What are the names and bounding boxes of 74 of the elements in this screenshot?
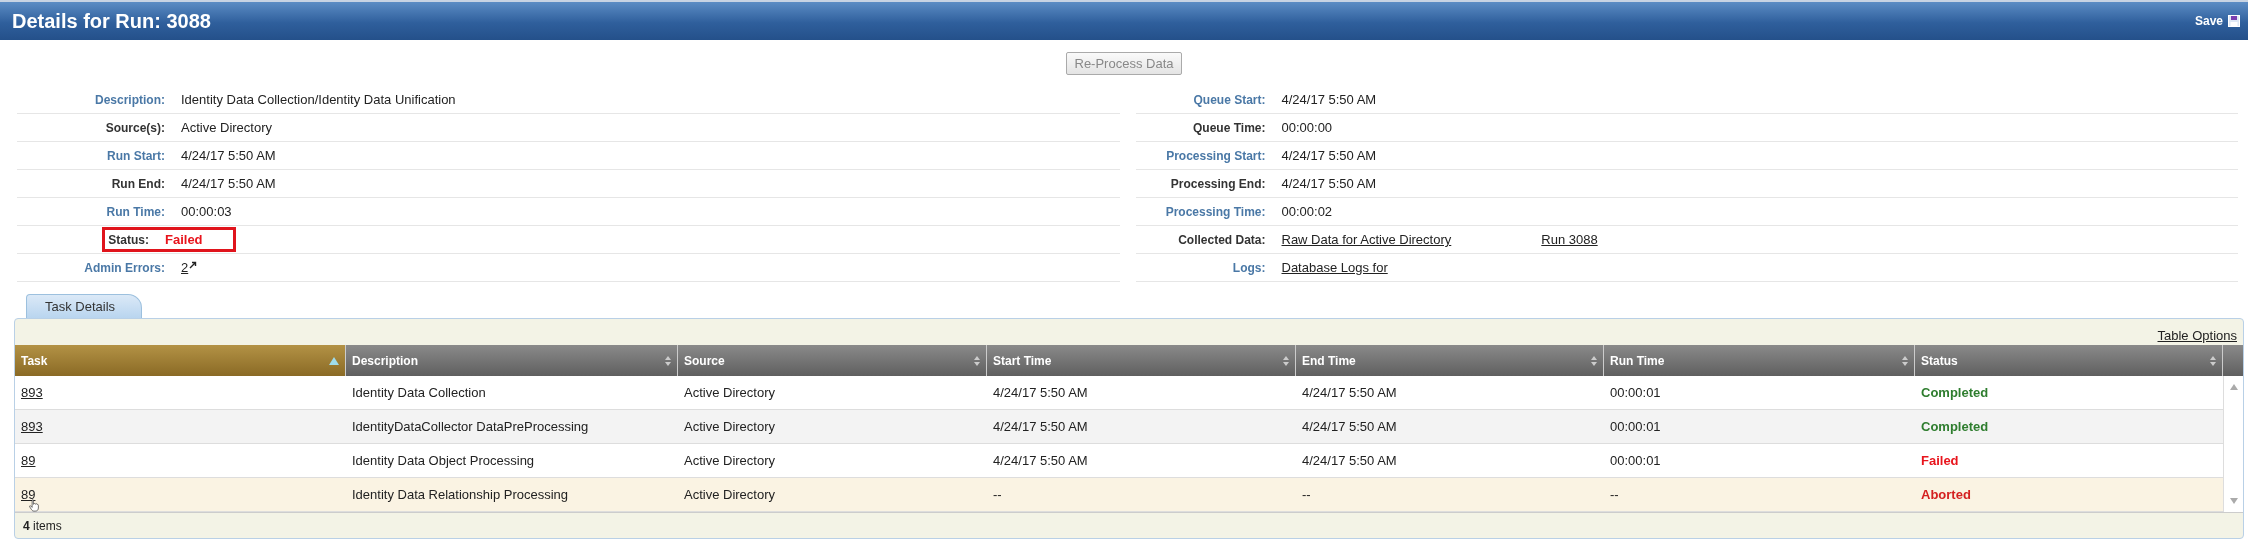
task-link[interactable]: 89 — [21, 487, 36, 502]
table-cell: 4/24/17 5:50 AM — [1302, 385, 1397, 400]
task-link[interactable]: 89 — [21, 453, 36, 468]
sort-icon — [2210, 354, 2216, 367]
error-count-link[interactable]: 2 — [181, 260, 189, 275]
field-label: Logs: — [1231, 260, 1267, 275]
table-options-link[interactable]: Table Options — [2157, 328, 2237, 343]
field-label: Run Time: — [105, 204, 166, 219]
table-cell: Identity Data Relationship Processing — [352, 487, 569, 502]
sort-icon — [1591, 354, 1597, 367]
field-value: Active Directory — [181, 120, 273, 135]
field-value: Identity Data Collection/Identity Data Unification — [181, 92, 456, 107]
field-label: Queue Time: — [1192, 120, 1267, 135]
scroll-down-icon — [2229, 498, 2238, 504]
field-label: Collected Data: — [1177, 232, 1267, 247]
data-link[interactable]: Run 3088 — [1541, 232, 1598, 247]
field-label: Run End: — [110, 176, 166, 191]
field-value: 00:00:02 — [1281, 204, 1333, 219]
field-value: 00:00:03 — [181, 204, 232, 219]
status-value: Failed — [165, 232, 203, 247]
table-cell: IdentityDataCollector DataPreProcessing — [352, 419, 589, 434]
field-label: Description: — [94, 92, 166, 107]
table-cell: 00:00:01 — [1610, 385, 1661, 400]
task-link[interactable]: 893 — [21, 419, 43, 434]
table-cell: Active Directory — [684, 419, 776, 434]
field-value: 4/24/17 5:50 AM — [181, 148, 276, 163]
table-cell: -- — [1302, 487, 1311, 502]
table-cell: Identity Data Collection — [352, 385, 486, 400]
task-link[interactable]: 893 — [21, 385, 43, 400]
status-text: Completed — [1921, 419, 1989, 434]
table-cell: 4/24/17 5:50 AM — [993, 419, 1088, 434]
table-cell: 4/24/17 5:50 AM — [993, 453, 1088, 468]
table-cell: Active Directory — [684, 487, 776, 502]
data-link[interactable]: Database Logs for — [1281, 260, 1388, 275]
scroll-up-icon — [2229, 384, 2238, 390]
table-cell: Active Directory — [684, 453, 776, 468]
table-cell: Identity Data Object Processing — [352, 453, 535, 468]
table-cell: 4/24/17 5:50 AM — [1302, 419, 1397, 434]
field-label: Processing Start: — [1165, 148, 1267, 163]
field-value: 4/24/17 5:50 AM — [1281, 148, 1377, 163]
field-value: 4/24/17 5:50 AM — [1281, 92, 1377, 107]
item-count: 4 items — [23, 518, 62, 533]
hand-cursor-icon — [29, 499, 39, 512]
field-value: 00:00:00 — [1281, 120, 1333, 135]
table-cell: -- — [993, 487, 1002, 502]
field-value: 4/24/17 5:50 AM — [181, 176, 276, 191]
table-cell: 00:00:01 — [1610, 419, 1661, 434]
external-link-icon — [189, 260, 198, 269]
field-label: Admin Errors: — [83, 260, 166, 275]
table-cell: 00:00:01 — [1610, 453, 1661, 468]
sort-icon — [1283, 354, 1289, 367]
field-label: Processing Time: — [1164, 204, 1267, 219]
status-text: Completed — [1921, 385, 1989, 400]
column-header[interactable]: Task — [15, 345, 346, 376]
field-label: Source(s): — [104, 120, 166, 135]
table-cell: 4/24/17 5:50 AM — [1302, 453, 1397, 468]
field-label: Processing End: — [1169, 176, 1267, 191]
sort-icon — [665, 354, 671, 367]
table-cell: Active Directory — [684, 385, 776, 400]
tab[interactable]: Task Details — [26, 294, 143, 318]
field-label: Queue Start: — [1192, 92, 1267, 107]
sort-icon — [1902, 354, 1908, 367]
window-title: Details for Run: 3088 — [12, 9, 211, 33]
sort-ascending-icon — [329, 356, 339, 365]
table-cell: -- — [1610, 487, 1619, 502]
field-label: Run Start: — [106, 148, 166, 163]
table-cell: 4/24/17 5:50 AM — [993, 385, 1088, 400]
save-button[interactable]: Save — [2192, 12, 2242, 30]
field-value: 4/24/17 5:50 AM — [1281, 176, 1377, 191]
status-text: Failed — [1921, 453, 1959, 468]
data-link[interactable]: Raw Data for Active Directory — [1281, 232, 1452, 247]
status-text: Aborted — [1921, 487, 1971, 502]
sort-icon — [974, 354, 980, 367]
field-label: Status: — [107, 232, 150, 247]
